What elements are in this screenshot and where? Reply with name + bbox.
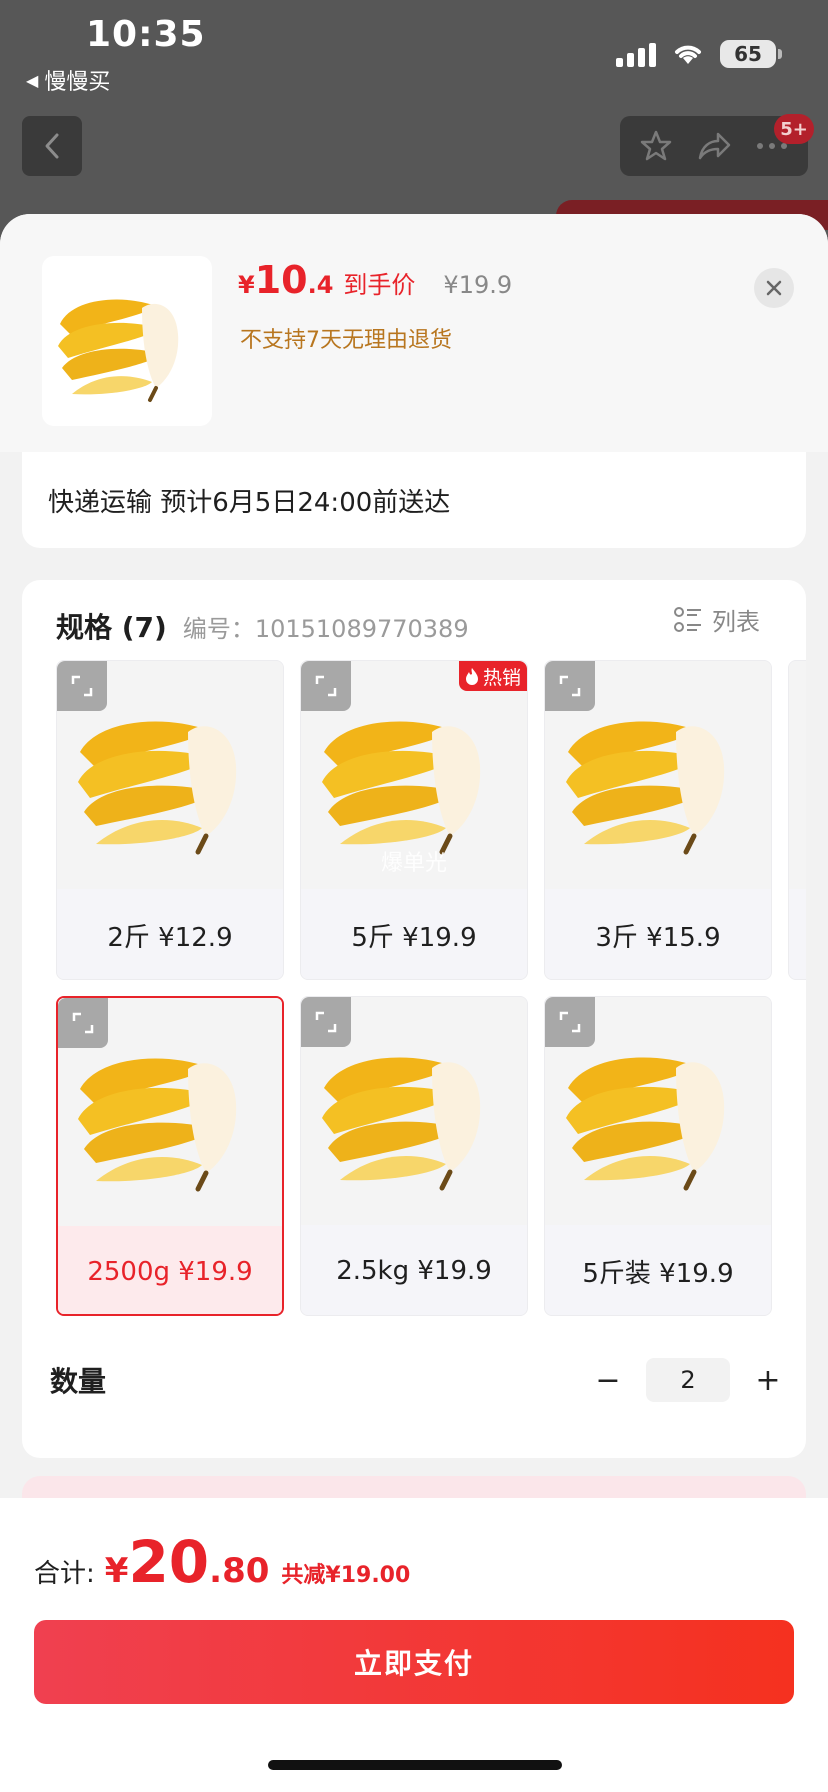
total-label: 合计:: [34, 1559, 95, 1589]
hot-label: 热销: [482, 666, 521, 689]
quantity-label: 数量: [50, 1365, 107, 1398]
total-integer: 20: [128, 1528, 210, 1596]
spec-option-label: [789, 889, 806, 979]
notification-badge: 5+: [774, 114, 814, 144]
quantity-input[interactable]: 2: [646, 1358, 730, 1402]
expand-icon[interactable]: [301, 997, 351, 1047]
quantity-stepper: − 2 +: [588, 1358, 788, 1402]
spec-option-label: 5斤装 ¥19.9: [545, 1225, 771, 1315]
close-icon: [766, 280, 782, 296]
back-chevron-icon: [45, 133, 59, 159]
wifi-icon: [675, 45, 701, 64]
list-icon: [674, 606, 701, 632]
quantity-row: 数量 − 2 +: [48, 1350, 788, 1410]
expand-icon[interactable]: [301, 661, 351, 711]
product-thumbnail[interactable]: [42, 256, 212, 426]
price-decimal: .4: [307, 271, 334, 299]
decrease-button[interactable]: −: [588, 1360, 628, 1400]
spec-option[interactable]: 5斤装 ¥19.9: [544, 996, 772, 1316]
delivery-info: 快递运输 预计6月5日24:00前送达: [22, 452, 806, 548]
watermark: 爆单光: [380, 851, 447, 876]
share-icon[interactable]: [696, 130, 732, 162]
spec-options-grid: 2斤 ¥12.9 热销 爆单光 5斤 ¥19.9 3斤 ¥15.9 2500g …: [56, 660, 806, 1320]
back-app-label: 慢慢买: [44, 70, 111, 95]
expand-icon[interactable]: [545, 661, 595, 711]
close-button[interactable]: [754, 268, 794, 308]
spec-card: 规格 (7) 编号：10151089770389 列表 2斤 ¥12.9 热销 …: [22, 580, 806, 1458]
expand-icon[interactable]: [545, 997, 595, 1047]
order-total: 合计: ¥ 20 .80 共减¥19.00: [34, 1528, 410, 1596]
total-savings: 共减¥19.00: [281, 1563, 411, 1588]
spec-title: 规格 (7): [56, 611, 167, 644]
status-bar: 10:35 ◀ 慢慢买 65: [0, 0, 828, 100]
back-to-app-link[interactable]: ◀ 慢慢买: [26, 64, 110, 96]
list-view-label: 列表: [712, 608, 760, 636]
increase-button[interactable]: +: [748, 1360, 788, 1400]
spec-option-label: 2500g ¥19.9: [58, 1226, 282, 1314]
banana-image: [58, 299, 179, 402]
banana-image: [789, 661, 806, 889]
spec-option[interactable]: 热销 爆单光 5斤 ¥19.9: [300, 660, 528, 980]
checkout-bar: 合计: ¥ 20 .80 共减¥19.00 立即支付: [0, 1498, 828, 1792]
spec-option-partial[interactable]: [788, 660, 806, 980]
back-button[interactable]: [22, 116, 82, 176]
star-icon[interactable]: [639, 129, 673, 163]
hot-badge: 热销: [458, 661, 527, 691]
spec-option-selected[interactable]: 2500g ¥19.9: [56, 996, 284, 1316]
spec-option[interactable]: 2斤 ¥12.9: [56, 660, 284, 980]
return-policy-note: 不支持7天无理由退货: [240, 328, 452, 353]
home-indicator: [268, 1760, 562, 1770]
expand-icon[interactable]: [58, 998, 108, 1048]
spec-option-label: 3斤 ¥15.9: [545, 889, 771, 979]
spec-option-label: 2.5kg ¥19.9: [301, 1225, 527, 1315]
total-decimal: .80: [209, 1551, 270, 1591]
price-currency: ¥: [238, 271, 255, 299]
spec-option[interactable]: 3斤 ¥15.9: [544, 660, 772, 980]
list-view-button[interactable]: 列表: [674, 602, 760, 637]
price-line: ¥ 10 .4 到手价 ¥19.9: [238, 258, 512, 302]
pay-now-button[interactable]: 立即支付: [34, 1620, 794, 1704]
price-label: 到手价: [343, 271, 416, 299]
spec-option[interactable]: 2.5kg ¥19.9: [300, 996, 528, 1316]
delivery-text: 快递运输 预计6月5日24:00前送达: [48, 487, 451, 518]
price-integer: 10: [254, 258, 308, 302]
expand-icon[interactable]: [57, 661, 107, 711]
back-triangle-icon: ◀: [26, 70, 39, 90]
spec-header: 规格 (7) 编号：10151089770389: [56, 606, 469, 646]
spec-option-label: 5斤 ¥19.9: [301, 889, 527, 979]
battery-icon: 65: [720, 40, 782, 68]
clock: 10:35: [86, 14, 206, 55]
fire-icon: [465, 668, 478, 685]
total-currency: ¥: [104, 1551, 129, 1591]
spec-option-label: 2斤 ¥12.9: [57, 889, 283, 979]
original-price: ¥19.9: [443, 271, 513, 299]
signal-icon: [616, 41, 656, 67]
status-icons: 65: [616, 40, 782, 68]
product-code: 编号：10151089770389: [182, 615, 469, 643]
product-summary: ¥ 10 .4 到手价 ¥19.9 不支持7天无理由退货: [0, 214, 828, 452]
